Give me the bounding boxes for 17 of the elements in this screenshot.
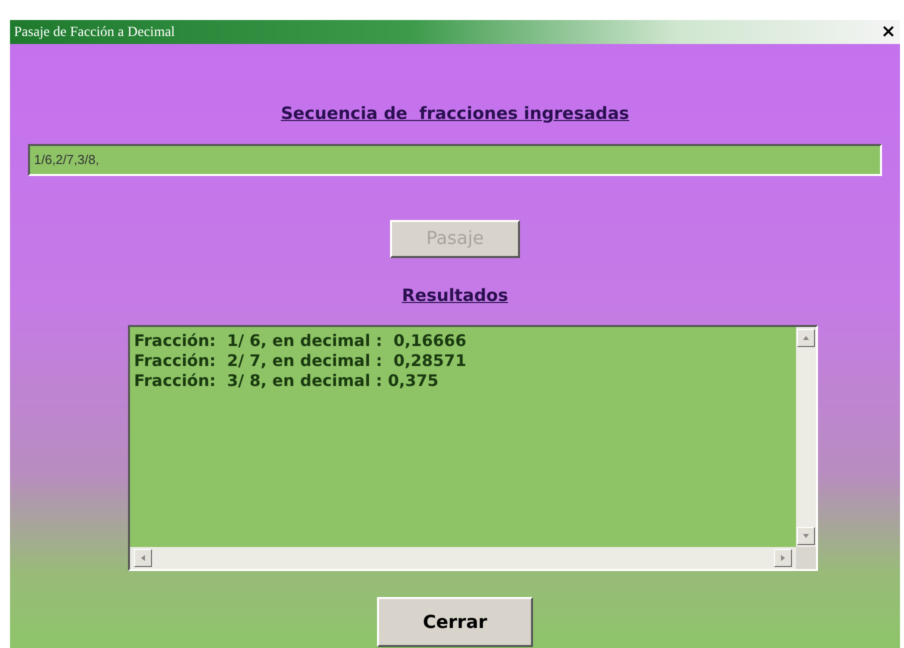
vertical-scrollbar[interactable]	[796, 327, 816, 547]
scroll-up-icon[interactable]	[797, 329, 815, 347]
scroll-left-icon[interactable]	[134, 549, 152, 567]
window-title: Pasaje de Facción a Decimal	[13, 24, 175, 42]
scroll-right-icon[interactable]	[774, 549, 792, 567]
sequence-heading: Secuencia de fracciones ingresadas	[280, 103, 630, 126]
result-line: Fracción: 2/ 7, en decimal : 0,28571	[134, 351, 468, 371]
results-heading: Resultados	[402, 284, 508, 308]
close-icon[interactable]: ×	[880, 23, 900, 41]
close-button[interactable]: Cerrar	[377, 597, 533, 647]
scroll-down-icon[interactable]	[797, 527, 815, 545]
horizontal-scrollbar[interactable]	[130, 547, 796, 569]
input-field[interactable]: 1/6,2/7,3/8,	[28, 144, 882, 176]
input-value: 1/6,2/7,3/8,	[34, 150, 100, 169]
result-line: Fracción: 3/ 8, en decimal : 0,375	[134, 371, 440, 391]
scrollbar-corner	[796, 547, 816, 569]
result-line: Fracción: 1/ 6, en decimal : 0,16666	[134, 331, 468, 351]
